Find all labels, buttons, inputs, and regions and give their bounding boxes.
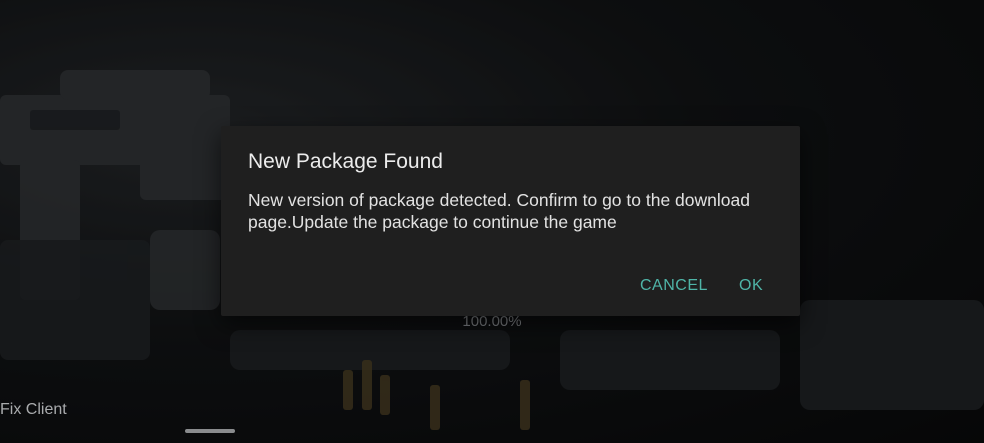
ok-button[interactable]: OK	[733, 273, 769, 299]
new-package-dialog: New Package Found New version of package…	[221, 126, 800, 316]
dialog-message: New version of package detected. Confirm…	[248, 190, 750, 232]
cancel-button[interactable]: CANCEL	[634, 273, 714, 299]
dialog-title: New Package Found	[248, 150, 443, 173]
home-indicator-bar[interactable]	[185, 429, 235, 433]
fix-client-button[interactable]: Fix Client	[0, 401, 67, 419]
game-launcher-screen: 100.00% Fix Client New Package Found New…	[0, 0, 984, 443]
